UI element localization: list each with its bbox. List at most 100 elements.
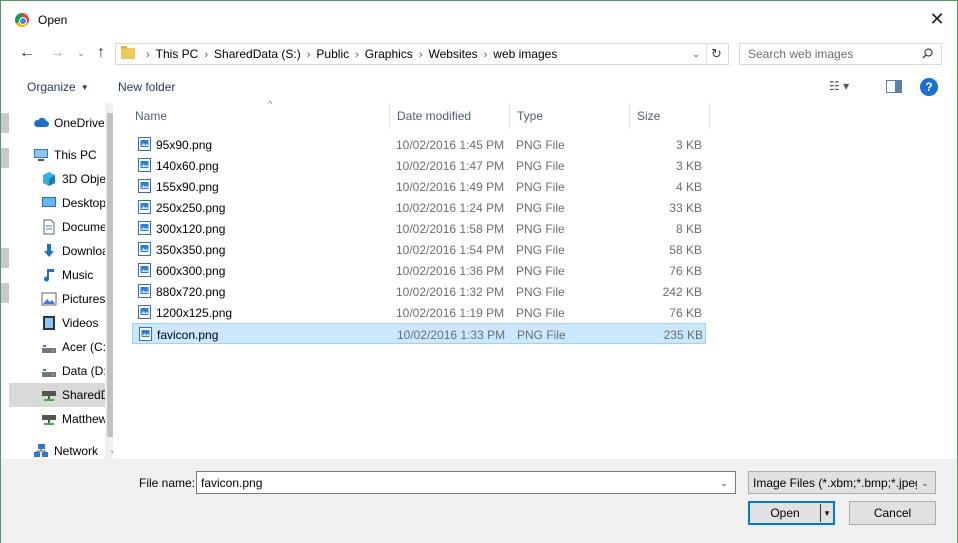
file-size: 4 KB: [675, 180, 702, 194]
address-bar[interactable]: › This PC › SharedData (S:) › Public › Graphics…: [115, 43, 729, 65]
breadcrumb-item[interactable]: web images: [493, 47, 557, 61]
cube-icon: [41, 171, 57, 187]
drive-icon: [41, 339, 57, 355]
breadcrumb-item[interactable]: Graphics: [365, 47, 413, 61]
recent-locations-button[interactable]: ⌄: [75, 43, 87, 63]
file-type: PNG File: [517, 328, 566, 342]
file-type-value: Image Files (*.xbm;*.bmp;*.jpeg;*.jpg;*.…: [753, 476, 917, 490]
sidebar-item-label: Downloads: [62, 244, 105, 258]
bottom-panel: File name: ⌄ Image Files (*.xbm;*.bmp;*.…: [1, 459, 957, 543]
table-row[interactable]: 1200x125.png 10/02/2016 1:19 PM PNG File 76…: [132, 302, 706, 323]
sidebar-item-label: This PC: [54, 148, 97, 162]
table-row[interactable]: 95x90.png 10/02/2016 1:45 PM PNG File 3 KB: [132, 134, 706, 155]
forward-button[interactable]: →: [47, 43, 67, 63]
sidebar-item-acer-c[interactable]: Acer (C:): [9, 335, 105, 359]
close-button[interactable]: ✕: [927, 9, 947, 29]
file-name: 1200x125.png: [156, 306, 233, 320]
sort-ascending-icon: ^: [268, 99, 273, 109]
open-options-dropdown[interactable]: ▾: [822, 505, 832, 521]
navigation-bar: ← → ⌄ ↑ › This PC › SharedData (S:) › Public ›…: [1, 39, 957, 69]
sidebar-item-label: Matthew: [62, 412, 105, 426]
file-type-select[interactable]: Image Files (*.xbm;*.bmp;*.jpeg;*.jpg;*.…: [748, 471, 936, 494]
search-box: [739, 43, 942, 65]
breadcrumb-item[interactable]: SharedData (S:): [214, 47, 301, 61]
table-row[interactable]: 140x60.png 10/02/2016 1:47 PM PNG File 3 KB: [132, 155, 706, 176]
picture-icon: [41, 291, 57, 307]
file-date: 10/02/2016 1:47 PM: [396, 159, 505, 173]
breadcrumb-separator[interactable]: ›: [419, 49, 423, 61]
file-size: 3 KB: [675, 138, 702, 152]
nav-pane-scrollbar[interactable]: ⌄: [105, 103, 113, 459]
organize-button[interactable]: Organize ▼: [27, 80, 89, 94]
table-row[interactable]: 250x250.png 10/02/2016 1:24 PM PNG File 33 …: [132, 197, 706, 218]
breadcrumb-item[interactable]: Websites: [428, 47, 477, 61]
file-size: 3 KB: [675, 159, 702, 173]
column-label-type: Type: [517, 109, 544, 123]
table-row[interactable]: 300x120.png 10/02/2016 1:58 PM PNG File 8 K…: [132, 218, 706, 239]
breadcrumb-item[interactable]: This PC: [156, 47, 199, 61]
preview-pane-button[interactable]: [886, 80, 902, 93]
sidebar-item-music[interactable]: Music: [9, 263, 105, 287]
organize-label: Organize: [27, 80, 76, 94]
help-button[interactable]: ?: [920, 78, 938, 96]
sidebar-item-pictures[interactable]: Pictures: [9, 287, 105, 311]
sidebar-item-onedrive[interactable]: OneDrive: [9, 111, 105, 135]
file-name-input[interactable]: [197, 472, 712, 493]
file-name-dropdown-button[interactable]: ⌄: [717, 475, 731, 491]
breadcrumb-item[interactable]: Public: [316, 47, 349, 61]
sidebar-item-3d-objects[interactable]: 3D Objects: [9, 167, 105, 191]
column-header-name[interactable]: ^ Name: [128, 99, 390, 129]
desktop-icon: [41, 195, 57, 211]
address-dropdown-button[interactable]: ⌄: [689, 44, 703, 64]
cancel-button[interactable]: Cancel: [849, 501, 936, 525]
table-row[interactable]: 155x90.png 10/02/2016 1:49 PM PNG File 4 KB: [132, 176, 706, 197]
png-file-icon: [138, 179, 151, 193]
sidebar-item-desktop[interactable]: Desktop: [9, 191, 105, 215]
table-row[interactable]: 600x300.png 10/02/2016 1:36 PM PNG File 76 …: [132, 260, 706, 281]
sidebar-item-label: Music: [62, 268, 94, 282]
breadcrumb-separator[interactable]: ›: [146, 49, 150, 61]
split-divider: [820, 504, 821, 522]
back-button[interactable]: ←: [17, 43, 37, 63]
chevron-down-icon: ▼: [80, 83, 89, 92]
sidebar-item-documents[interactable]: Documents: [9, 215, 105, 239]
up-button[interactable]: ↑: [91, 43, 111, 63]
sidebar-item-videos[interactable]: Videos: [9, 311, 105, 335]
file-name: 250x250.png: [156, 201, 226, 215]
column-header-date[interactable]: Date modified: [390, 103, 510, 129]
png-file-icon: [138, 221, 151, 235]
table-row[interactable]: favicon.png 10/02/2016 1:33 PM PNG File 235…: [132, 323, 706, 344]
sidebar-item-data-d[interactable]: Data (D:): [9, 359, 105, 383]
sidebar-item-shareddata-s[interactable]: SharedData (S:): [9, 383, 105, 407]
sidebar-item-this-pc[interactable]: This PC: [9, 143, 105, 167]
file-type: PNG File: [516, 138, 565, 152]
cloud-icon: [33, 115, 49, 131]
title-bar: Open ✕: [1, 1, 957, 37]
search-icon[interactable]: [922, 48, 933, 59]
table-row[interactable]: 880x720.png 10/02/2016 1:32 PM PNG File 242…: [132, 281, 706, 302]
search-input[interactable]: [740, 44, 916, 64]
change-view-button[interactable]: ☷ ▾: [829, 79, 869, 95]
file-name: 155x90.png: [156, 180, 219, 194]
refresh-button[interactable]: ↻: [706, 44, 726, 64]
new-folder-button[interactable]: New folder: [118, 80, 175, 94]
column-header-size[interactable]: Size: [630, 103, 710, 129]
sidebar-item-label: SharedData (S:): [62, 388, 105, 402]
open-button[interactable]: Open ▾: [748, 501, 835, 525]
sidebar-item-network[interactable]: Network: [9, 439, 105, 459]
document-icon: [41, 219, 57, 235]
png-file-icon: [138, 158, 151, 172]
file-type: PNG File: [516, 306, 565, 320]
breadcrumb-separator[interactable]: ›: [355, 49, 359, 61]
breadcrumb-separator[interactable]: ›: [204, 49, 208, 61]
sidebar-item-downloads[interactable]: Downloads: [9, 239, 105, 263]
sidebar-item-matthew[interactable]: Matthew: [9, 407, 105, 431]
breadcrumb-separator[interactable]: ›: [307, 49, 311, 61]
download-icon: [41, 243, 57, 259]
file-size: 242 KB: [662, 285, 702, 299]
breadcrumb-separator[interactable]: ›: [484, 49, 488, 61]
file-type: PNG File: [516, 159, 565, 173]
column-header-type[interactable]: Type: [510, 103, 630, 129]
table-row[interactable]: 350x350.png 10/02/2016 1:54 PM PNG File 58 …: [132, 239, 706, 260]
drive-icon: [41, 363, 57, 379]
